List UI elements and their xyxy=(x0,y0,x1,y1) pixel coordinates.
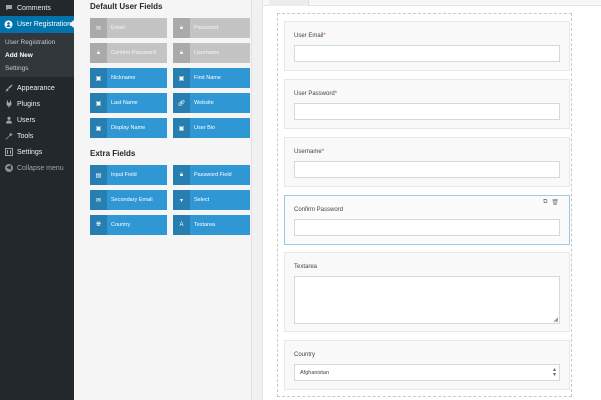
field-button-website[interactable]: 🔗︎ Website xyxy=(173,93,250,113)
sidebar-item-label: User Registration xyxy=(17,21,72,28)
field-label: User Email* xyxy=(294,33,326,39)
sidebar-item-plugins[interactable]: Plugins xyxy=(0,96,74,112)
id-card-icon: ▣ xyxy=(173,68,190,88)
field-button-nickname[interactable]: ▣ Nickname xyxy=(90,68,167,88)
field-button-password-field[interactable]: 🔒︎ Password Field xyxy=(173,165,250,185)
lock-icon: 🔒︎ xyxy=(90,43,107,63)
wrench-icon xyxy=(4,132,13,141)
country-select-value: Afghanistan xyxy=(300,370,330,376)
form-row-country[interactable]: Country Afghanistan ▴ ▾ xyxy=(284,340,570,390)
default-fields-title: Default User Fields xyxy=(90,2,163,11)
extra-fields-title: Extra Fields xyxy=(90,149,136,158)
sidebar-item-label: Plugins xyxy=(17,100,40,108)
collapse-menu-label: Collapse menu xyxy=(17,164,64,172)
envelope-icon: ✉ xyxy=(90,18,107,38)
submenu-item-add-new[interactable]: Add New xyxy=(0,49,74,62)
collapse-arrow-icon: ◀ xyxy=(4,164,13,172)
sidebar-item-label: Settings xyxy=(17,148,43,156)
sidebar-item-label: Appearance xyxy=(17,84,55,92)
sidebar-item-settings[interactable]: Settings xyxy=(0,144,74,160)
field-button-email[interactable]: ✉ Email xyxy=(90,18,167,38)
field-button-display-name[interactable]: ▣ Display Name xyxy=(90,118,167,138)
lock-icon: 🔒︎ xyxy=(173,43,190,63)
brush-icon xyxy=(4,84,13,93)
collapse-menu-button[interactable]: ◀ Collapse menu xyxy=(0,160,74,176)
field-label: User Password* xyxy=(294,91,338,97)
field-label: Confirm Password xyxy=(294,207,344,213)
resize-handle-icon[interactable]: ◢ xyxy=(553,316,558,323)
id-card-icon: ▣ xyxy=(173,118,190,138)
admin-sidebar: Comments User Registration User Registra… xyxy=(0,0,74,400)
form-row-confirm-password[interactable]: ⧉ 🗑︎ Confirm Password xyxy=(284,195,570,245)
field-button-username[interactable]: 🔒︎ Username xyxy=(173,43,250,63)
lock-icon: 🔒︎ xyxy=(173,18,190,38)
lock-icon: 🔒︎ xyxy=(173,165,190,185)
field-button-input-field[interactable]: ▤ Input Field xyxy=(90,165,167,185)
field-button-user-bio[interactable]: ▣ User Bio xyxy=(173,118,250,138)
required-mark: * xyxy=(323,33,326,39)
envelope-icon: ✉ xyxy=(90,190,107,210)
sidebar-item-users[interactable]: Users xyxy=(0,112,74,128)
field-label: Textarea xyxy=(294,264,318,270)
submenu-item-user-registration[interactable]: User Registration xyxy=(0,36,74,49)
textarea-icon: A xyxy=(173,215,190,235)
username-input[interactable] xyxy=(294,161,560,178)
field-button-secondary-email[interactable]: ✉ Secondary Email xyxy=(90,190,167,210)
field-label: Username* xyxy=(294,149,325,155)
duplicate-icon[interactable]: ⧉ xyxy=(543,199,547,206)
sidebar-item-tools[interactable]: Tools xyxy=(0,128,74,144)
sidebar-submenu: User Registration Add New Settings xyxy=(0,33,74,77)
form-row-textarea[interactable]: Textarea ◢ xyxy=(284,252,570,332)
form-row-user-email[interactable]: User Email* xyxy=(284,21,570,71)
trash-icon[interactable]: 🗑︎ xyxy=(551,199,559,206)
field-palette: Default User Fields ✉ Email 🔒︎ Password … xyxy=(74,0,254,400)
builder-tab[interactable] xyxy=(269,0,309,6)
sidebar-item-label: Comments xyxy=(17,4,51,12)
id-card-icon: ▣ xyxy=(90,118,107,138)
field-button-select[interactable]: ▾ Select xyxy=(173,190,250,210)
plugin-icon xyxy=(4,100,13,109)
field-button-password[interactable]: 🔒︎ Password xyxy=(173,18,250,38)
settings-icon xyxy=(4,148,13,157)
link-icon: 🔗︎ xyxy=(173,93,190,113)
id-card-icon: ▣ xyxy=(90,68,107,88)
confirm-password-input[interactable] xyxy=(294,219,560,236)
select-icon: ▾ xyxy=(173,190,190,210)
sidebar-item-user-registration[interactable]: User Registration xyxy=(0,16,74,33)
country-select[interactable]: Afghanistan ▴ ▾ xyxy=(294,364,560,381)
field-button-confirm-password[interactable]: 🔒︎ Confirm Password xyxy=(90,43,167,63)
comment-icon xyxy=(4,4,13,13)
sidebar-item-appearance[interactable]: Appearance xyxy=(0,80,74,96)
select-arrows-icon: ▴ ▾ xyxy=(552,367,556,378)
field-button-textarea[interactable]: A Textarea xyxy=(173,215,250,235)
field-button-first-name[interactable]: ▣ First Name xyxy=(173,68,250,88)
builder-tab-bar xyxy=(263,0,601,6)
globe-icon: 🌐︎ xyxy=(90,215,107,235)
sidebar-item-label: Tools xyxy=(17,132,34,140)
form-row-user-password[interactable]: User Password* xyxy=(284,79,570,129)
text-field-icon: ▤ xyxy=(90,165,107,185)
submenu-item-settings[interactable]: Settings xyxy=(0,62,74,75)
user-registration-icon xyxy=(4,20,13,29)
form-row-username[interactable]: Username* xyxy=(284,137,570,187)
field-label: Country xyxy=(294,352,316,358)
sidebar-item-label: Users xyxy=(17,116,36,124)
row-actions: ⧉ 🗑︎ xyxy=(543,199,559,206)
required-mark: * xyxy=(321,149,325,155)
user-email-input[interactable] xyxy=(294,45,560,62)
user-password-input[interactable] xyxy=(294,103,560,120)
users-icon xyxy=(4,116,13,125)
field-button-last-name[interactable]: ▣ Last Name xyxy=(90,93,167,113)
field-button-country[interactable]: 🌐︎ Country xyxy=(90,215,167,235)
textarea-input[interactable]: ◢ xyxy=(294,276,560,324)
required-mark: * xyxy=(334,91,338,97)
id-card-icon: ▣ xyxy=(90,93,107,113)
sidebar-item-comments[interactable]: Comments xyxy=(0,0,74,16)
